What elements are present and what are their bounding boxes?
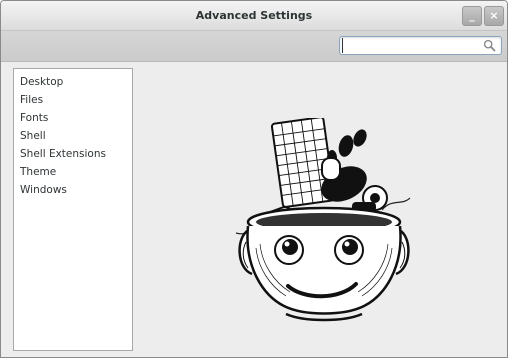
tweak-tool-head-icon: [235, 118, 411, 322]
sidebar-item-desktop[interactable]: Desktop: [14, 73, 132, 91]
sidebar-item-shell[interactable]: Shell: [14, 127, 132, 145]
search-input[interactable]: [342, 38, 475, 53]
minimize-button[interactable]: _: [462, 6, 482, 26]
sidebar: Desktop Files Fonts Shell Shell Extensio…: [13, 68, 133, 351]
search-box[interactable]: [339, 36, 502, 55]
close-button[interactable]: ×: [484, 6, 504, 26]
sidebar-item-shell-extensions[interactable]: Shell Extensions: [14, 145, 132, 163]
window-title: Advanced Settings: [195, 9, 313, 22]
sidebar-item-theme[interactable]: Theme: [14, 163, 132, 181]
main-content: [141, 62, 507, 357]
sidebar-list: Desktop Files Fonts Shell Shell Extensio…: [14, 69, 132, 199]
toolbar: [1, 31, 507, 62]
app-window: Advanced Settings _ × Desktop Files Font…: [0, 0, 508, 358]
window-controls: _ ×: [462, 6, 504, 26]
sidebar-item-files[interactable]: Files: [14, 91, 132, 109]
title-bar[interactable]: Advanced Settings _ ×: [1, 1, 507, 31]
search-icon[interactable]: [483, 39, 496, 52]
sidebar-item-fonts[interactable]: Fonts: [14, 109, 132, 127]
sidebar-item-windows[interactable]: Windows: [14, 181, 132, 199]
